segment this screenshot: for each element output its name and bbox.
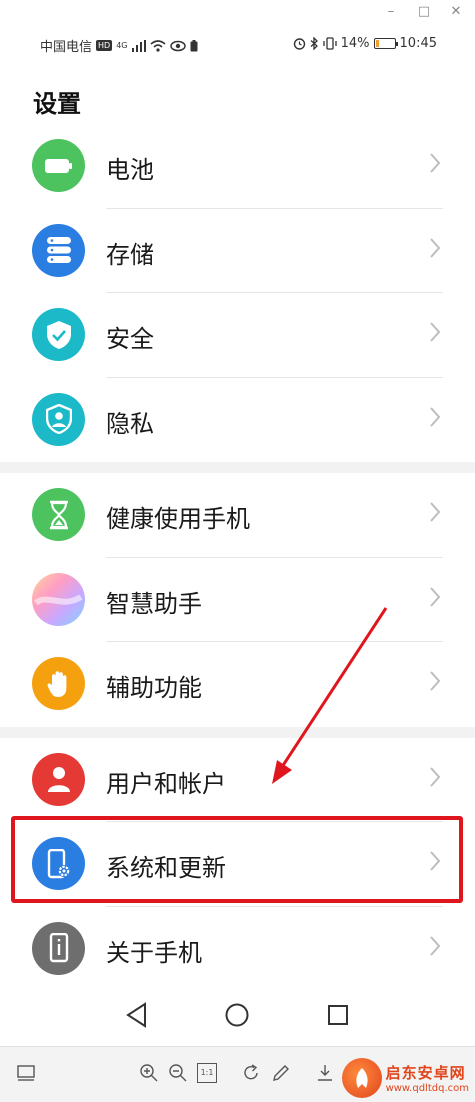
shield-icon: [32, 308, 85, 361]
network-type: 4G: [116, 41, 128, 50]
settings-item-label: 关于手机: [106, 938, 202, 967]
home-icon[interactable]: [222, 1000, 252, 1030]
chevron-right-icon: [430, 586, 441, 607]
chevron-right-icon: [430, 153, 441, 173]
actual-size-button[interactable]: 1:1: [197, 1063, 217, 1083]
assistant-icon: [32, 572, 85, 626]
bluetooth-icon: [310, 37, 318, 50]
back-icon[interactable]: [122, 1000, 152, 1030]
close-icon[interactable]: ✕: [445, 2, 467, 22]
navigation-bar: [0, 990, 475, 1040]
chevron-right-icon: [430, 935, 441, 956]
settings-item-smart-assistant[interactable]: 智慧助手: [0, 558, 475, 642]
settings-item-label: 存储: [106, 240, 154, 269]
section-gap: [0, 462, 475, 473]
recents-icon[interactable]: [323, 1000, 353, 1030]
status-bar: 中国电信 HD 4G 14% 10:45: [0, 30, 475, 60]
settings-item-users-accounts[interactable]: 用户和帐户: [0, 738, 475, 822]
settings-item-about-phone[interactable]: 关于手机: [0, 907, 475, 992]
download-icon[interactable]: [315, 1063, 335, 1083]
hd-icon: HD: [96, 40, 113, 51]
battery-percent: 14%: [340, 36, 370, 51]
watermark-logo: [341, 1058, 382, 1098]
settings-item-label: 隐私: [106, 409, 154, 438]
eye-comfort-icon: [169, 40, 186, 51]
chevron-right-icon: [430, 671, 441, 691]
hand-icon: [32, 657, 85, 710]
chevron-right-icon: [430, 502, 441, 522]
settings-item-security[interactable]: 安全: [0, 293, 475, 378]
vibrate-icon: [322, 37, 337, 50]
settings-item-accessibility[interactable]: 辅助功能: [0, 642, 475, 727]
settings-item-label: 用户和帐户: [106, 769, 226, 798]
minimize-icon[interactable]: –: [380, 2, 402, 22]
carrier-name: 中国电信: [40, 40, 93, 55]
wifi-icon: [149, 39, 166, 52]
highlight-box: [11, 816, 463, 903]
chevron-right-icon: [430, 237, 441, 258]
settings-item-label: 电池: [106, 156, 154, 184]
zoom-in-icon[interactable]: [139, 1063, 159, 1083]
watermark-url: www.qdltdq.com: [385, 1083, 469, 1094]
maximize-icon[interactable]: □: [413, 2, 435, 22]
chevron-right-icon: [430, 406, 441, 427]
watermark-name: 启东安卓网: [385, 1064, 466, 1082]
page-title: 设置: [33, 90, 81, 118]
zoom-out-icon[interactable]: [168, 1063, 188, 1083]
settings-item-privacy[interactable]: 隐私: [0, 378, 475, 463]
battery-saver-icon: [190, 39, 197, 51]
chevron-right-icon: [430, 766, 441, 787]
settings-item-digital-balance[interactable]: 健康使用手机: [0, 473, 475, 558]
battery-level-icon: [373, 38, 398, 49]
signal-icon: [131, 39, 146, 52]
user-icon: [32, 752, 85, 806]
rotate-icon[interactable]: [242, 1063, 262, 1083]
settings-item-label: 健康使用手机: [106, 505, 250, 533]
thumbnail-icon[interactable]: [16, 1063, 36, 1083]
settings-item-battery[interactable]: 电池: [0, 124, 475, 209]
privacy-icon: [32, 392, 85, 446]
battery-icon: [32, 139, 85, 192]
settings-item-label: 安全: [106, 325, 154, 353]
settings-item-storage[interactable]: 存储: [0, 209, 475, 293]
alarm-icon: [293, 38, 305, 50]
hourglass-icon: [32, 488, 85, 541]
section-gap: [0, 726, 475, 738]
edit-icon[interactable]: [271, 1063, 291, 1083]
chevron-right-icon: [430, 322, 441, 342]
window-titlebar: – □ ✕: [0, 0, 475, 26]
settings-item-label: 智慧助手: [106, 589, 202, 618]
phone-info-icon: [32, 921, 85, 975]
watermark: 启东安卓网 www.qdltdq.com: [341, 1058, 469, 1098]
clock-time: 10:45: [399, 36, 437, 51]
settings-item-label: 辅助功能: [106, 674, 202, 702]
storage-icon: [32, 223, 85, 277]
